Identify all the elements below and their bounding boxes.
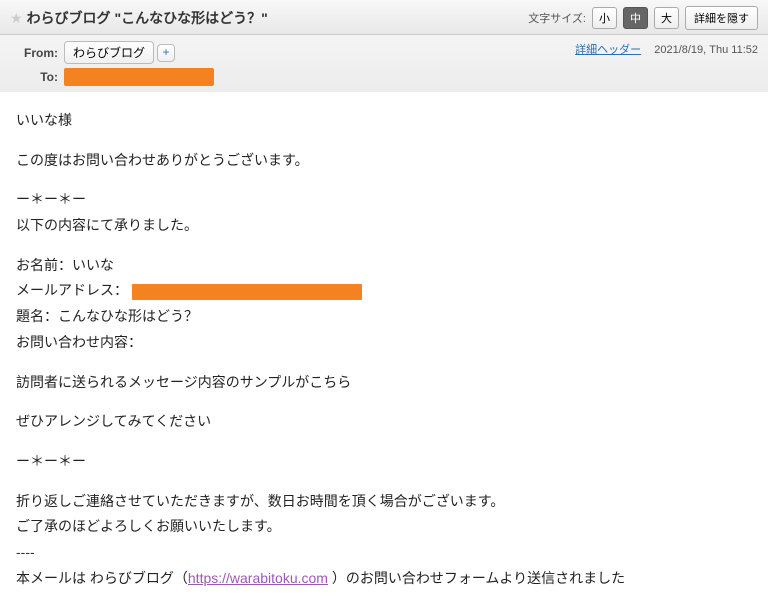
meta-row: From: わらびブログ + To: 詳細ヘッダー 2021/8/19, Thu…	[0, 35, 768, 92]
received-line: 以下の内容にて承りました。	[16, 215, 752, 237]
from-row: From: わらびブログ +	[10, 41, 214, 64]
separator: ー＊ー＊ー	[16, 189, 752, 211]
email-label: メールアドレス：	[16, 282, 128, 298]
sample-line: 訪問者に送られるメッセージ内容のサンプルがこちら	[16, 372, 752, 394]
font-large-button[interactable]: 大	[654, 7, 679, 29]
to-redacted	[64, 68, 214, 86]
thanks-line: この度はお問い合わせありがとうございます。	[16, 150, 752, 172]
from-chip[interactable]: わらびブログ	[64, 41, 154, 64]
from-label: From:	[10, 46, 58, 60]
email-redacted	[132, 284, 362, 300]
inquiry-label: お問い合わせ内容：	[16, 332, 752, 354]
footer-prefix: 本メールは わらびブログ（	[16, 570, 188, 586]
arrange-line: ぜひアレンジしてみてください	[16, 411, 752, 433]
email-body: いいな様 この度はお問い合わせありがとうございます。 ー＊ー＊ー 以下の内容にて…	[0, 92, 768, 611]
email-subject: わらびブログ "こんなひな形はどう？"	[27, 8, 268, 28]
name-line: お名前：いいな	[16, 255, 752, 277]
font-medium-button[interactable]: 中	[623, 7, 648, 29]
subject-line: 題名：こんなひな形はどう？	[16, 306, 752, 328]
star-icon[interactable]: ★	[10, 10, 23, 27]
reply-line: 折り返しご連絡させていただきますが、数日お時間を頂く場合がございます。	[16, 491, 752, 513]
detail-header-link[interactable]: 詳細ヘッダー	[575, 44, 641, 56]
to-row: To:	[10, 68, 214, 86]
footer-line: 本メールは わらびブログ（https://warabitoku.com ）のお問…	[16, 568, 752, 590]
toggle-details-button[interactable]: 詳細を隠す	[685, 6, 758, 30]
separator2: ー＊ー＊ー	[16, 451, 752, 473]
font-small-button[interactable]: 小	[592, 7, 617, 29]
header-right: 文字サイズ: 小 中 大 詳細を隠す	[528, 6, 758, 30]
greeting: いいな様	[16, 110, 752, 132]
add-contact-button[interactable]: +	[157, 44, 175, 62]
toolbar: ★ わらびブログ "こんなひな形はどう？" 文字サイズ: 小 中 大 詳細を隠す	[0, 0, 768, 35]
meta-left: From: わらびブログ + To:	[10, 41, 214, 90]
meta-right: 詳細ヘッダー 2021/8/19, Thu 11:52	[575, 41, 758, 57]
footer-url[interactable]: https://warabitoku.com	[188, 570, 328, 586]
from-name: わらびブログ	[73, 44, 145, 61]
to-label: To:	[10, 70, 58, 84]
email-line: メールアドレス：	[16, 280, 752, 302]
header-left: ★ わらびブログ "こんなひな形はどう？"	[10, 8, 268, 28]
approve-line: ご了承のほどよろしくお願いいたします。	[16, 516, 752, 538]
font-size-label: 文字サイズ:	[528, 10, 586, 26]
footer-suffix: ）のお問い合わせフォームより送信されました	[328, 570, 625, 586]
dashes: ----	[16, 542, 752, 564]
email-date: 2021/8/19, Thu 11:52	[654, 44, 758, 56]
